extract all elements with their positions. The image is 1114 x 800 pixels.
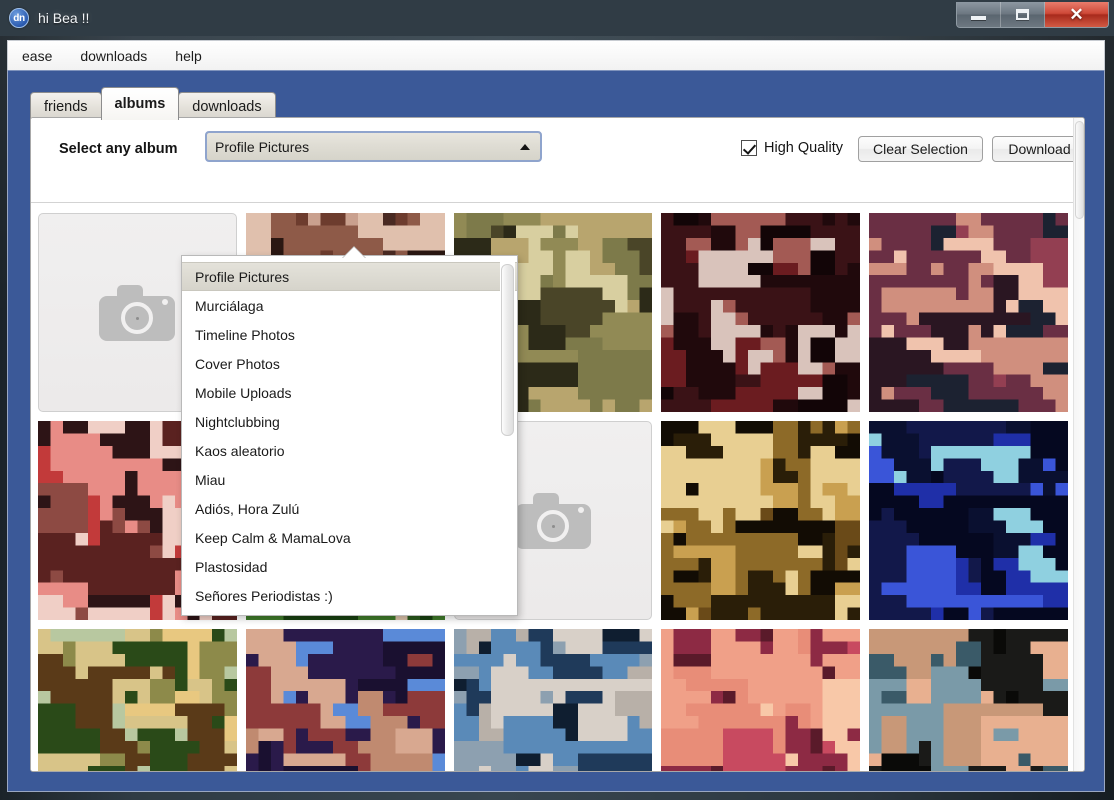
dropdown-item-label: Kaos aleatorio — [195, 442, 285, 459]
photo-thumbnail[interactable] — [245, 629, 445, 771]
camera-icon — [99, 284, 176, 341]
dropdown-item-label: Mobile Uploads — [195, 384, 292, 401]
dropdown-item[interactable]: Nightclubbing — [182, 407, 517, 436]
photo-thumbnail[interactable] — [869, 629, 1068, 771]
menu-bar: ease downloads help — [7, 40, 1105, 70]
minimize-button[interactable] — [957, 2, 1001, 27]
dropdown-item[interactable]: Murciálaga — [182, 291, 517, 320]
photo-image — [661, 421, 861, 620]
photo-thumbnail[interactable] — [38, 629, 237, 771]
window-controls: ✕ — [956, 2, 1109, 28]
dropdown-item-label: Murciálaga — [195, 297, 264, 314]
dropdown-item-label: Señores Periodistas :) — [195, 587, 333, 604]
select-album-label: Select any album — [59, 141, 178, 157]
dropdown-item-label: Nightclubbing — [195, 413, 280, 430]
dropdown-item[interactable]: Adiós, Hora Zulú — [182, 494, 517, 523]
dropdown-item[interactable]: Keep Calm & MamaLova — [182, 523, 517, 552]
photo-thumbnail[interactable] — [869, 213, 1068, 412]
chevron-up-icon — [520, 144, 530, 150]
dropdown-item-label: Adiós, Hora Zulú — [195, 500, 300, 517]
minimize-icon — [971, 16, 986, 20]
album-dropdown-list: Profile Pictures Murciálaga Timeline Photo… — [181, 255, 518, 616]
photo-image — [661, 629, 861, 771]
photo-thumbnail[interactable] — [453, 629, 653, 771]
albums-toolbar: Select any album Profile Pictures High Q… — [31, 118, 1084, 203]
camera-icon — [514, 492, 591, 549]
photo-image — [453, 629, 653, 771]
dropdown-scrollbar[interactable] — [500, 262, 515, 611]
app-icon: dn — [9, 8, 29, 28]
menu-item-ease[interactable]: ease — [21, 46, 53, 66]
application-window: dn hi Bea !! ✕ ease downloads help frien… — [0, 0, 1114, 800]
dropdown-item-label: Miau — [195, 471, 226, 488]
clear-selection-button[interactable]: Clear Selection — [858, 136, 983, 162]
menu-item-help[interactable]: help — [174, 46, 202, 66]
dropdown-item[interactable]: Mobile Uploads — [182, 378, 517, 407]
panel-scrollbar-thumb[interactable] — [1075, 121, 1084, 219]
photo-image — [38, 629, 237, 771]
tab-downloads[interactable]: downloads — [178, 92, 276, 120]
dropdown-item[interactable]: Profile Pictures — [182, 262, 517, 291]
photo-thumbnail[interactable] — [661, 629, 861, 771]
dropdown-item[interactable]: Señores Periodistas :) — [182, 581, 517, 610]
album-select[interactable]: Profile Pictures — [205, 131, 542, 162]
dropdown-notch-icon — [342, 247, 366, 259]
panel-scrollbar[interactable] — [1073, 118, 1084, 771]
dropdown-item-label: Timeline Photos — [195, 326, 295, 343]
photo-image — [869, 629, 1068, 771]
dropdown-item-label: Profile Pictures — [195, 268, 290, 285]
menu-item-downloads[interactable]: downloads — [79, 46, 148, 66]
title-bar: dn hi Bea !! ✕ — [0, 0, 1114, 36]
dropdown-item[interactable]: Miau — [182, 465, 517, 494]
dropdown-item-label: Keep Calm & MamaLova — [195, 529, 351, 546]
close-icon: ✕ — [1069, 5, 1084, 24]
dropdown-item[interactable]: Cover Photos — [182, 349, 517, 378]
photo-image — [869, 213, 1068, 412]
download-button[interactable]: Download — [992, 136, 1084, 162]
close-button[interactable]: ✕ — [1045, 2, 1108, 27]
photo-image — [245, 629, 445, 771]
tab-albums[interactable]: albums — [100, 87, 180, 120]
dropdown-item-label: Plastosidad — [195, 558, 268, 575]
tab-strip: friends albums downloads — [30, 87, 276, 120]
photo-image — [661, 213, 861, 412]
photo-thumbnail[interactable] — [661, 213, 861, 412]
tab-friends[interactable]: friends — [30, 92, 102, 120]
dropdown-item-label: Cover Photos — [195, 355, 280, 372]
dropdown-scrollbar-thumb[interactable] — [501, 264, 514, 436]
dropdown-item[interactable]: Plastosidad — [182, 552, 517, 581]
photo-thumbnail[interactable] — [661, 421, 861, 620]
window-title: hi Bea !! — [38, 10, 90, 26]
photo-image — [869, 421, 1068, 620]
dropdown-item[interactable]: Timeline Photos — [182, 320, 517, 349]
checkbox-icon — [741, 140, 757, 156]
high-quality-label: High Quality — [764, 140, 843, 156]
maximize-icon — [1016, 9, 1029, 20]
photo-thumbnail[interactable] — [869, 421, 1068, 620]
app-body: friends albums downloads Select any albu… — [7, 70, 1105, 792]
album-select-value: Profile Pictures — [215, 138, 310, 155]
high-quality-checkbox[interactable]: High Quality — [741, 140, 843, 156]
dropdown-item[interactable]: Kaos aleatorio — [182, 436, 517, 465]
maximize-button[interactable] — [1001, 2, 1045, 27]
